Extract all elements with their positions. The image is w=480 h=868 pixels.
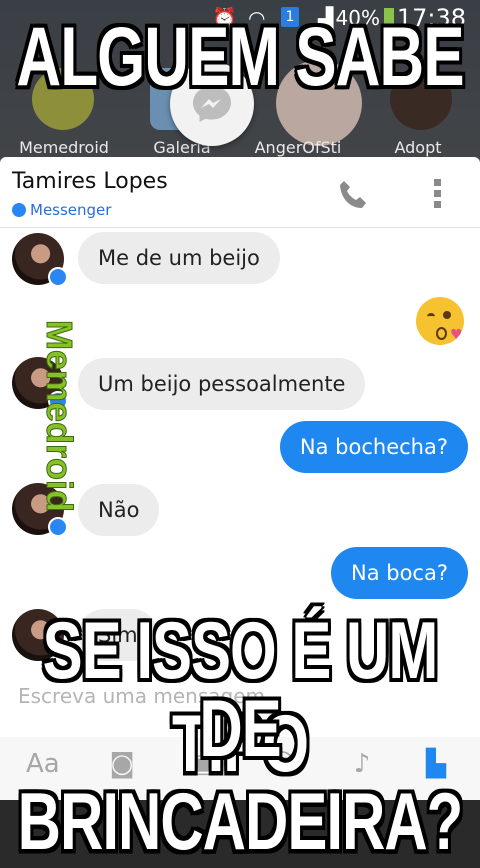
message-incoming: Um beijo pessoalmente — [78, 358, 366, 410]
home-label-memedroid: Memedroid — [19, 138, 109, 157]
message-outgoing: Na boca? — [331, 547, 468, 599]
messenger-tag: Messenger — [12, 201, 111, 219]
call-button[interactable] — [336, 177, 372, 213]
memedroid-watermark: Memedroid — [39, 319, 81, 513]
messenger-badge-icon — [48, 517, 68, 537]
message-incoming: Não — [78, 484, 160, 536]
home-label-adopt: Adopt — [394, 138, 442, 157]
more-options-button[interactable] — [430, 179, 444, 211]
meme-bottom-caption-line2: DE BRINCADEIRA? — [17, 683, 464, 867]
messenger-small-icon — [12, 203, 26, 217]
message-incoming: Me de um beijo — [78, 232, 280, 284]
messenger-badge-icon — [48, 267, 68, 287]
contact-name[interactable]: Tamires Lopes — [12, 169, 168, 194]
home-label-angerofsti: AngerOfSti — [254, 138, 342, 157]
chat-header: Tamires Lopes Messenger — [0, 157, 480, 228]
platform-label: Messenger — [30, 201, 112, 219]
meme-top-caption: ALGUEM SABE — [16, 10, 464, 105]
kissing-face-emoji-icon: ♥ — [416, 297, 464, 345]
phone-icon — [340, 181, 366, 208]
message-outgoing: Na bochecha? — [279, 421, 468, 473]
